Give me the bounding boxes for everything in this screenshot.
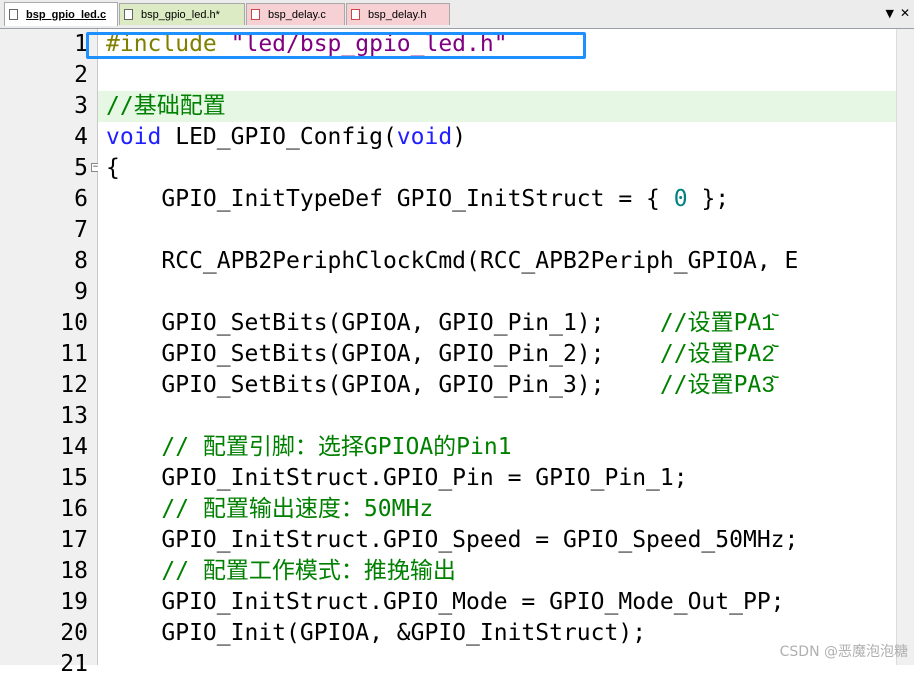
code-line-7[interactable] — [98, 215, 896, 246]
code-line-3[interactable]: //基础配置 — [98, 91, 896, 122]
code-text: GPIO_InitStruct.GPIO_Speed = GPIO_Speed_… — [106, 527, 799, 553]
line-number: 20 — [60, 620, 88, 646]
tab-label: bsp_delay.h — [368, 8, 427, 21]
line-number: 18 — [60, 558, 88, 584]
tab-label: bsp_gpio_led.c — [26, 8, 107, 21]
comment: // 配置工作模式：推挽输出 — [106, 558, 456, 584]
line-number: 1 — [74, 31, 88, 57]
keyword: void — [396, 124, 453, 150]
comment: //基础配置 — [106, 93, 226, 119]
include-highlight-box — [86, 32, 586, 59]
code-line-13[interactable] — [98, 401, 896, 432]
code-text: GPIO_SetBits(GPIOA, GPIO_Pin_3); — [106, 372, 660, 398]
line-number: 17 — [60, 527, 88, 553]
tab-bsp-gpio-led-c[interactable]: bsp_gpio_led.c — [4, 2, 118, 26]
code-line-19[interactable]: GPIO_InitStruct.GPIO_Mode = GPIO_Mode_Ou… — [98, 587, 896, 618]
code-editor[interactable]: #include "led/bsp_gpio_led.h" //基础配置 voi… — [98, 29, 896, 665]
tab-list-dropdown-icon[interactable]: ▼ — [886, 7, 894, 20]
code-text: }; — [687, 186, 730, 212]
code-line-8[interactable]: RCC_APB2PeriphClockCmd(RCC_APB2Periph_GP… — [98, 246, 896, 277]
code-text: ) — [452, 124, 467, 150]
watermark: CSDN @恶魔泡泡糖 — [779, 644, 908, 660]
line-number: 13 — [60, 403, 88, 429]
line-number: 10 — [60, 310, 88, 336]
tab-bar: bsp_gpio_led.c bsp_gpio_led.h* bsp_delay… — [0, 0, 914, 29]
tab-bsp-gpio-led-h[interactable]: bsp_gpio_led.h* — [119, 3, 245, 25]
line-number: 3 — [74, 93, 88, 119]
code-line-14[interactable]: // 配置引脚：选择GPIOA的Pin1 — [98, 432, 896, 463]
line-number: 4 — [74, 124, 88, 150]
code-text: GPIO_InitStruct.GPIO_Mode = GPIO_Mode_Ou… — [106, 589, 785, 615]
comment: //设置PA3᷅ — [659, 372, 776, 398]
code-line-20[interactable]: GPIO_Init(GPIOA, &GPIO_InitStruct); — [98, 618, 896, 649]
number-literal: 0 — [673, 186, 688, 212]
line-number: 12 — [60, 372, 88, 398]
code-line-21[interactable] — [98, 649, 896, 665]
code-line-15[interactable]: GPIO_InitStruct.GPIO_Pin = GPIO_Pin_1; — [98, 463, 896, 494]
code-line-12[interactable]: GPIO_SetBits(GPIOA, GPIO_Pin_3); //设置PA3… — [98, 370, 896, 401]
line-number: 7 — [74, 217, 88, 243]
code-line-16[interactable]: // 配置输出速度：50MHz — [98, 494, 896, 525]
file-icon — [351, 9, 360, 20]
close-tab-icon[interactable]: ✕ — [900, 6, 910, 20]
line-number: 15 — [60, 465, 88, 491]
code-line-2[interactable] — [98, 60, 896, 91]
file-icon — [9, 9, 18, 20]
line-number: 2 — [74, 62, 88, 88]
code-line-5[interactable]: { — [98, 153, 896, 184]
code-line-6[interactable]: GPIO_InitTypeDef GPIO_InitStruct = { 0 }… — [98, 184, 896, 215]
line-number: 16 — [60, 496, 88, 522]
line-number: 19 — [60, 589, 88, 615]
line-number: 6 — [74, 186, 88, 212]
code-line-4[interactable]: void LED_GPIO_Config(void) — [98, 122, 896, 153]
line-number: 11 — [60, 341, 88, 367]
line-number: 9 — [74, 279, 88, 305]
line-number-gutter: 1 2 3 4 5 6 7 8 9 10 11 12 13 14 15 16 1… — [0, 29, 98, 677]
code-text: GPIO_SetBits(GPIOA, GPIO_Pin_2); — [106, 341, 660, 367]
code-text: GPIO_InitTypeDef GPIO_InitStruct = { — [106, 186, 674, 212]
code-text: LED_GPIO_Config( — [161, 124, 397, 150]
comment: //设置PA1᷅ — [659, 310, 776, 336]
code-line-17[interactable]: GPIO_InitStruct.GPIO_Speed = GPIO_Speed_… — [98, 525, 896, 556]
keyword: void — [106, 124, 162, 150]
tab-bsp-delay-c[interactable]: bsp_delay.c — [246, 3, 345, 25]
comment: // 配置引脚：选择GPIOA的Pin1 — [106, 434, 512, 460]
file-icon — [124, 9, 133, 20]
vertical-scrollbar[interactable] — [896, 29, 914, 665]
tab-bsp-delay-h[interactable]: bsp_delay.h — [346, 3, 450, 25]
code-line-18[interactable]: // 配置工作模式：推挽输出 — [98, 556, 896, 587]
code-line-10[interactable]: GPIO_SetBits(GPIOA, GPIO_Pin_1); //设置PA1… — [98, 308, 896, 339]
line-number: 5 — [74, 155, 88, 181]
code-text: GPIO_SetBits(GPIOA, GPIO_Pin_1); — [106, 310, 660, 336]
file-icon — [251, 9, 260, 20]
code-line-9[interactable] — [98, 277, 896, 308]
comment: // 配置输出速度：50MHz — [106, 496, 434, 522]
line-number: 14 — [60, 434, 88, 460]
tab-label: bsp_gpio_led.h* — [141, 8, 220, 21]
tab-label: bsp_delay.c — [268, 8, 326, 21]
line-number: 8 — [74, 248, 88, 274]
code-text: RCC_APB2PeriphClockCmd(RCC_APB2Periph_GP… — [106, 248, 799, 274]
code-line-11[interactable]: GPIO_SetBits(GPIOA, GPIO_Pin_2); //设置PA2… — [98, 339, 896, 370]
comment: //设置PA2᷅ — [659, 341, 776, 367]
code-text: GPIO_InitStruct.GPIO_Pin = GPIO_Pin_1; — [106, 465, 688, 491]
code-text: GPIO_Init(GPIOA, &GPIO_InitStruct); — [106, 620, 647, 646]
code-text: { — [106, 155, 120, 181]
